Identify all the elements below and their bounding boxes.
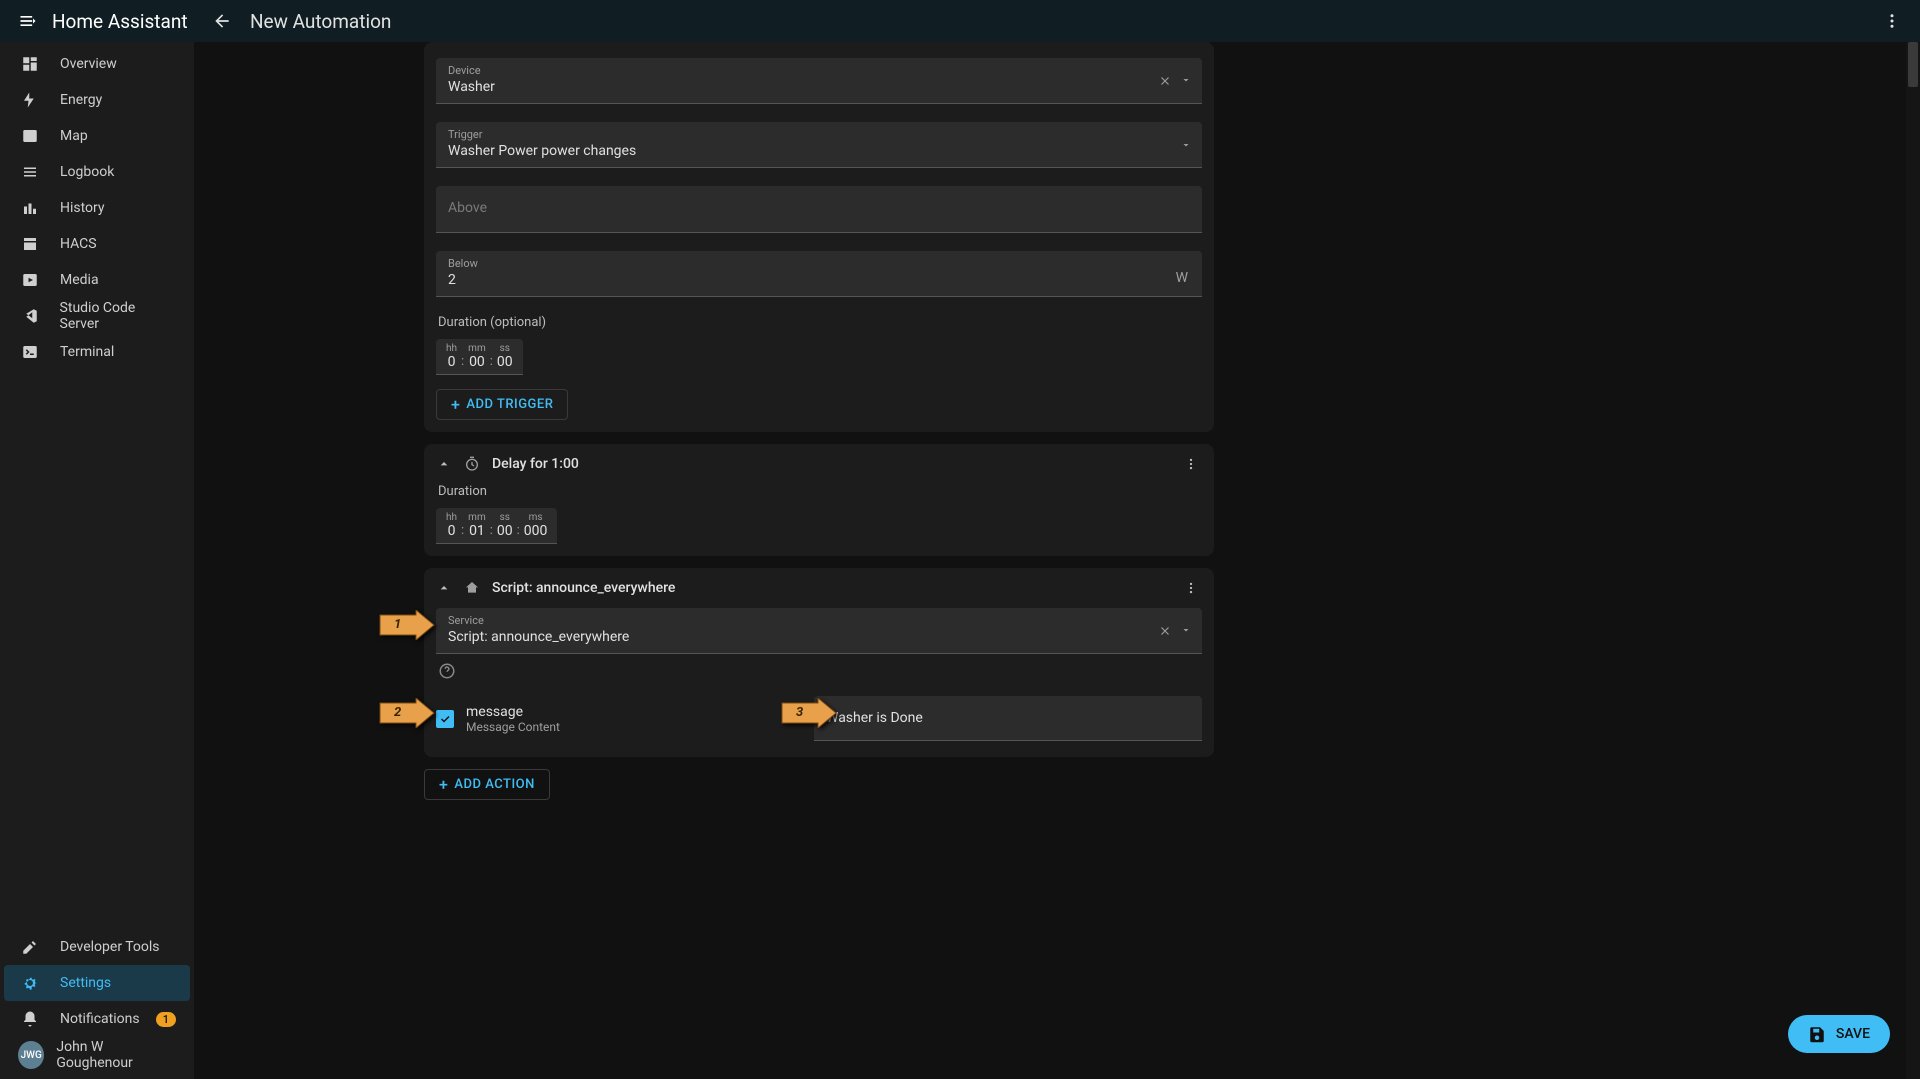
app-title: Home Assistant: [52, 10, 192, 33]
notification-badge: 1: [156, 1012, 176, 1027]
add-trigger-button[interactable]: +ADD TRIGGER: [436, 389, 568, 420]
sidebar-item-overview[interactable]: Overview: [4, 46, 190, 82]
duration-label: Duration (optional): [438, 315, 1202, 330]
device-field[interactable]: Device Washer: [436, 58, 1202, 104]
param-subtitle: Message Content: [466, 720, 806, 734]
section-menu[interactable]: [1180, 581, 1202, 595]
chart-icon: [18, 199, 42, 217]
field-label: Trigger: [448, 128, 1190, 141]
field-label: Device: [448, 64, 1190, 77]
sidebar-label: Developer Tools: [60, 939, 160, 955]
sidebar-item-terminal[interactable]: Terminal: [4, 334, 190, 370]
message-input[interactable]: Washer is Done: [814, 696, 1202, 741]
bolt-icon: [18, 91, 42, 109]
sidebar-label: HACS: [60, 236, 97, 252]
field-value: Script: announce_everywhere: [448, 627, 1190, 649]
scrollbar[interactable]: [1906, 42, 1920, 1079]
collapse-icon[interactable]: [436, 580, 454, 596]
sidebar-label: Energy: [60, 92, 102, 108]
sidebar-item-logbook[interactable]: Logbook: [4, 154, 190, 190]
duration-input[interactable]: hh0 : mm00 : ss00: [436, 339, 523, 375]
timer-icon: [464, 456, 482, 472]
gear-icon: [18, 974, 42, 992]
clear-icon[interactable]: [1158, 624, 1172, 638]
field-label: Below: [448, 257, 1190, 270]
store-icon: [18, 235, 42, 253]
sidebar-label: Studio Code Server: [60, 300, 176, 332]
sidebar-label: Logbook: [60, 164, 114, 180]
sidebar-label: Media: [60, 272, 99, 288]
sidebar-item-media[interactable]: Media: [4, 262, 190, 298]
sidebar-label: Settings: [60, 975, 111, 991]
dropdown-icon[interactable]: [1180, 139, 1192, 151]
save-button[interactable]: SAVE: [1788, 1015, 1890, 1053]
field-value: 2: [448, 270, 1190, 292]
sidebar-item-code-server[interactable]: Studio Code Server: [4, 298, 190, 334]
dropdown-icon[interactable]: [1180, 624, 1192, 638]
sidebar-label: Notifications: [60, 1011, 140, 1027]
add-action-button[interactable]: +ADD ACTION: [424, 769, 550, 800]
field-placeholder: Above: [448, 198, 1190, 220]
user-name: John W Goughenour: [56, 1039, 176, 1071]
avatar: JWG: [18, 1041, 44, 1069]
sidebar-label: Terminal: [60, 344, 114, 360]
duration-label: Duration: [438, 484, 1202, 499]
param-title: message: [466, 704, 806, 720]
collapse-icon[interactable]: [436, 456, 454, 472]
bell-icon: [18, 1010, 42, 1028]
sidebar-item-user[interactable]: JWG John W Goughenour: [4, 1037, 190, 1073]
sidebar-label: History: [60, 200, 105, 216]
topbar: Home Assistant New Automation: [0, 0, 1920, 42]
map-icon: [18, 127, 42, 145]
save-icon: [1808, 1025, 1826, 1043]
header-overflow-menu[interactable]: [1872, 12, 1912, 30]
sidebar-label: Map: [60, 128, 88, 144]
section-menu[interactable]: [1180, 457, 1202, 471]
vscode-icon: [18, 307, 42, 325]
duration-input[interactable]: hh0 : mm01 : ss00 : ms000: [436, 508, 557, 544]
field-value: Washer Power power changes: [448, 141, 1190, 163]
message-checkbox[interactable]: [436, 710, 454, 728]
hammer-icon: [18, 938, 42, 956]
field-label: Service: [448, 614, 1190, 627]
message-row: message Message Content Washer is Done: [436, 692, 1202, 745]
sidebar-item-developer-tools[interactable]: Developer Tools: [4, 929, 190, 965]
sidebar-item-notifications[interactable]: Notifications 1: [4, 1001, 190, 1037]
section-title: Script: announce_everywhere: [492, 580, 1170, 596]
field-value: Washer: [448, 77, 1190, 99]
script-card: Script: announce_everywhere Service Scri…: [424, 568, 1214, 757]
terminal-icon: [18, 343, 42, 361]
unit-suffix: W: [1176, 270, 1188, 286]
below-field[interactable]: Below 2 W: [436, 251, 1202, 297]
service-field[interactable]: Service Script: announce_everywhere: [436, 608, 1202, 654]
above-field[interactable]: Above: [436, 186, 1202, 233]
back-button[interactable]: [202, 11, 242, 31]
section-title: Delay for 1:00: [492, 456, 1170, 472]
dropdown-icon[interactable]: [1180, 74, 1192, 88]
main-content: Device Washer Trigger Washer Power power…: [194, 42, 1920, 1079]
field-value: Washer is Done: [826, 708, 1190, 730]
sidebar-label: Overview: [60, 56, 117, 72]
play-icon: [18, 271, 42, 289]
clear-icon[interactable]: [1158, 74, 1172, 88]
trigger-field[interactable]: Trigger Washer Power power changes: [436, 122, 1202, 168]
menu-toggle-icon[interactable]: [8, 11, 48, 31]
page-title: New Automation: [250, 10, 391, 33]
sidebar-item-settings[interactable]: Settings: [4, 965, 190, 1001]
sidebar-item-energy[interactable]: Energy: [4, 82, 190, 118]
home-assistant-icon: [464, 580, 482, 596]
dashboard-icon: [18, 55, 42, 73]
list-icon: [18, 163, 42, 181]
sidebar: Overview Energy Map Logbook History HACS…: [0, 42, 194, 1079]
delay-card: Delay for 1:00 Duration hh0 : mm01 : ss0…: [424, 444, 1214, 556]
sidebar-item-hacs[interactable]: HACS: [4, 226, 190, 262]
scrollbar-thumb[interactable]: [1908, 42, 1918, 87]
trigger-card: Device Washer Trigger Washer Power power…: [424, 42, 1214, 432]
sidebar-item-history[interactable]: History: [4, 190, 190, 226]
help-icon[interactable]: [438, 662, 1202, 680]
sidebar-item-map[interactable]: Map: [4, 118, 190, 154]
